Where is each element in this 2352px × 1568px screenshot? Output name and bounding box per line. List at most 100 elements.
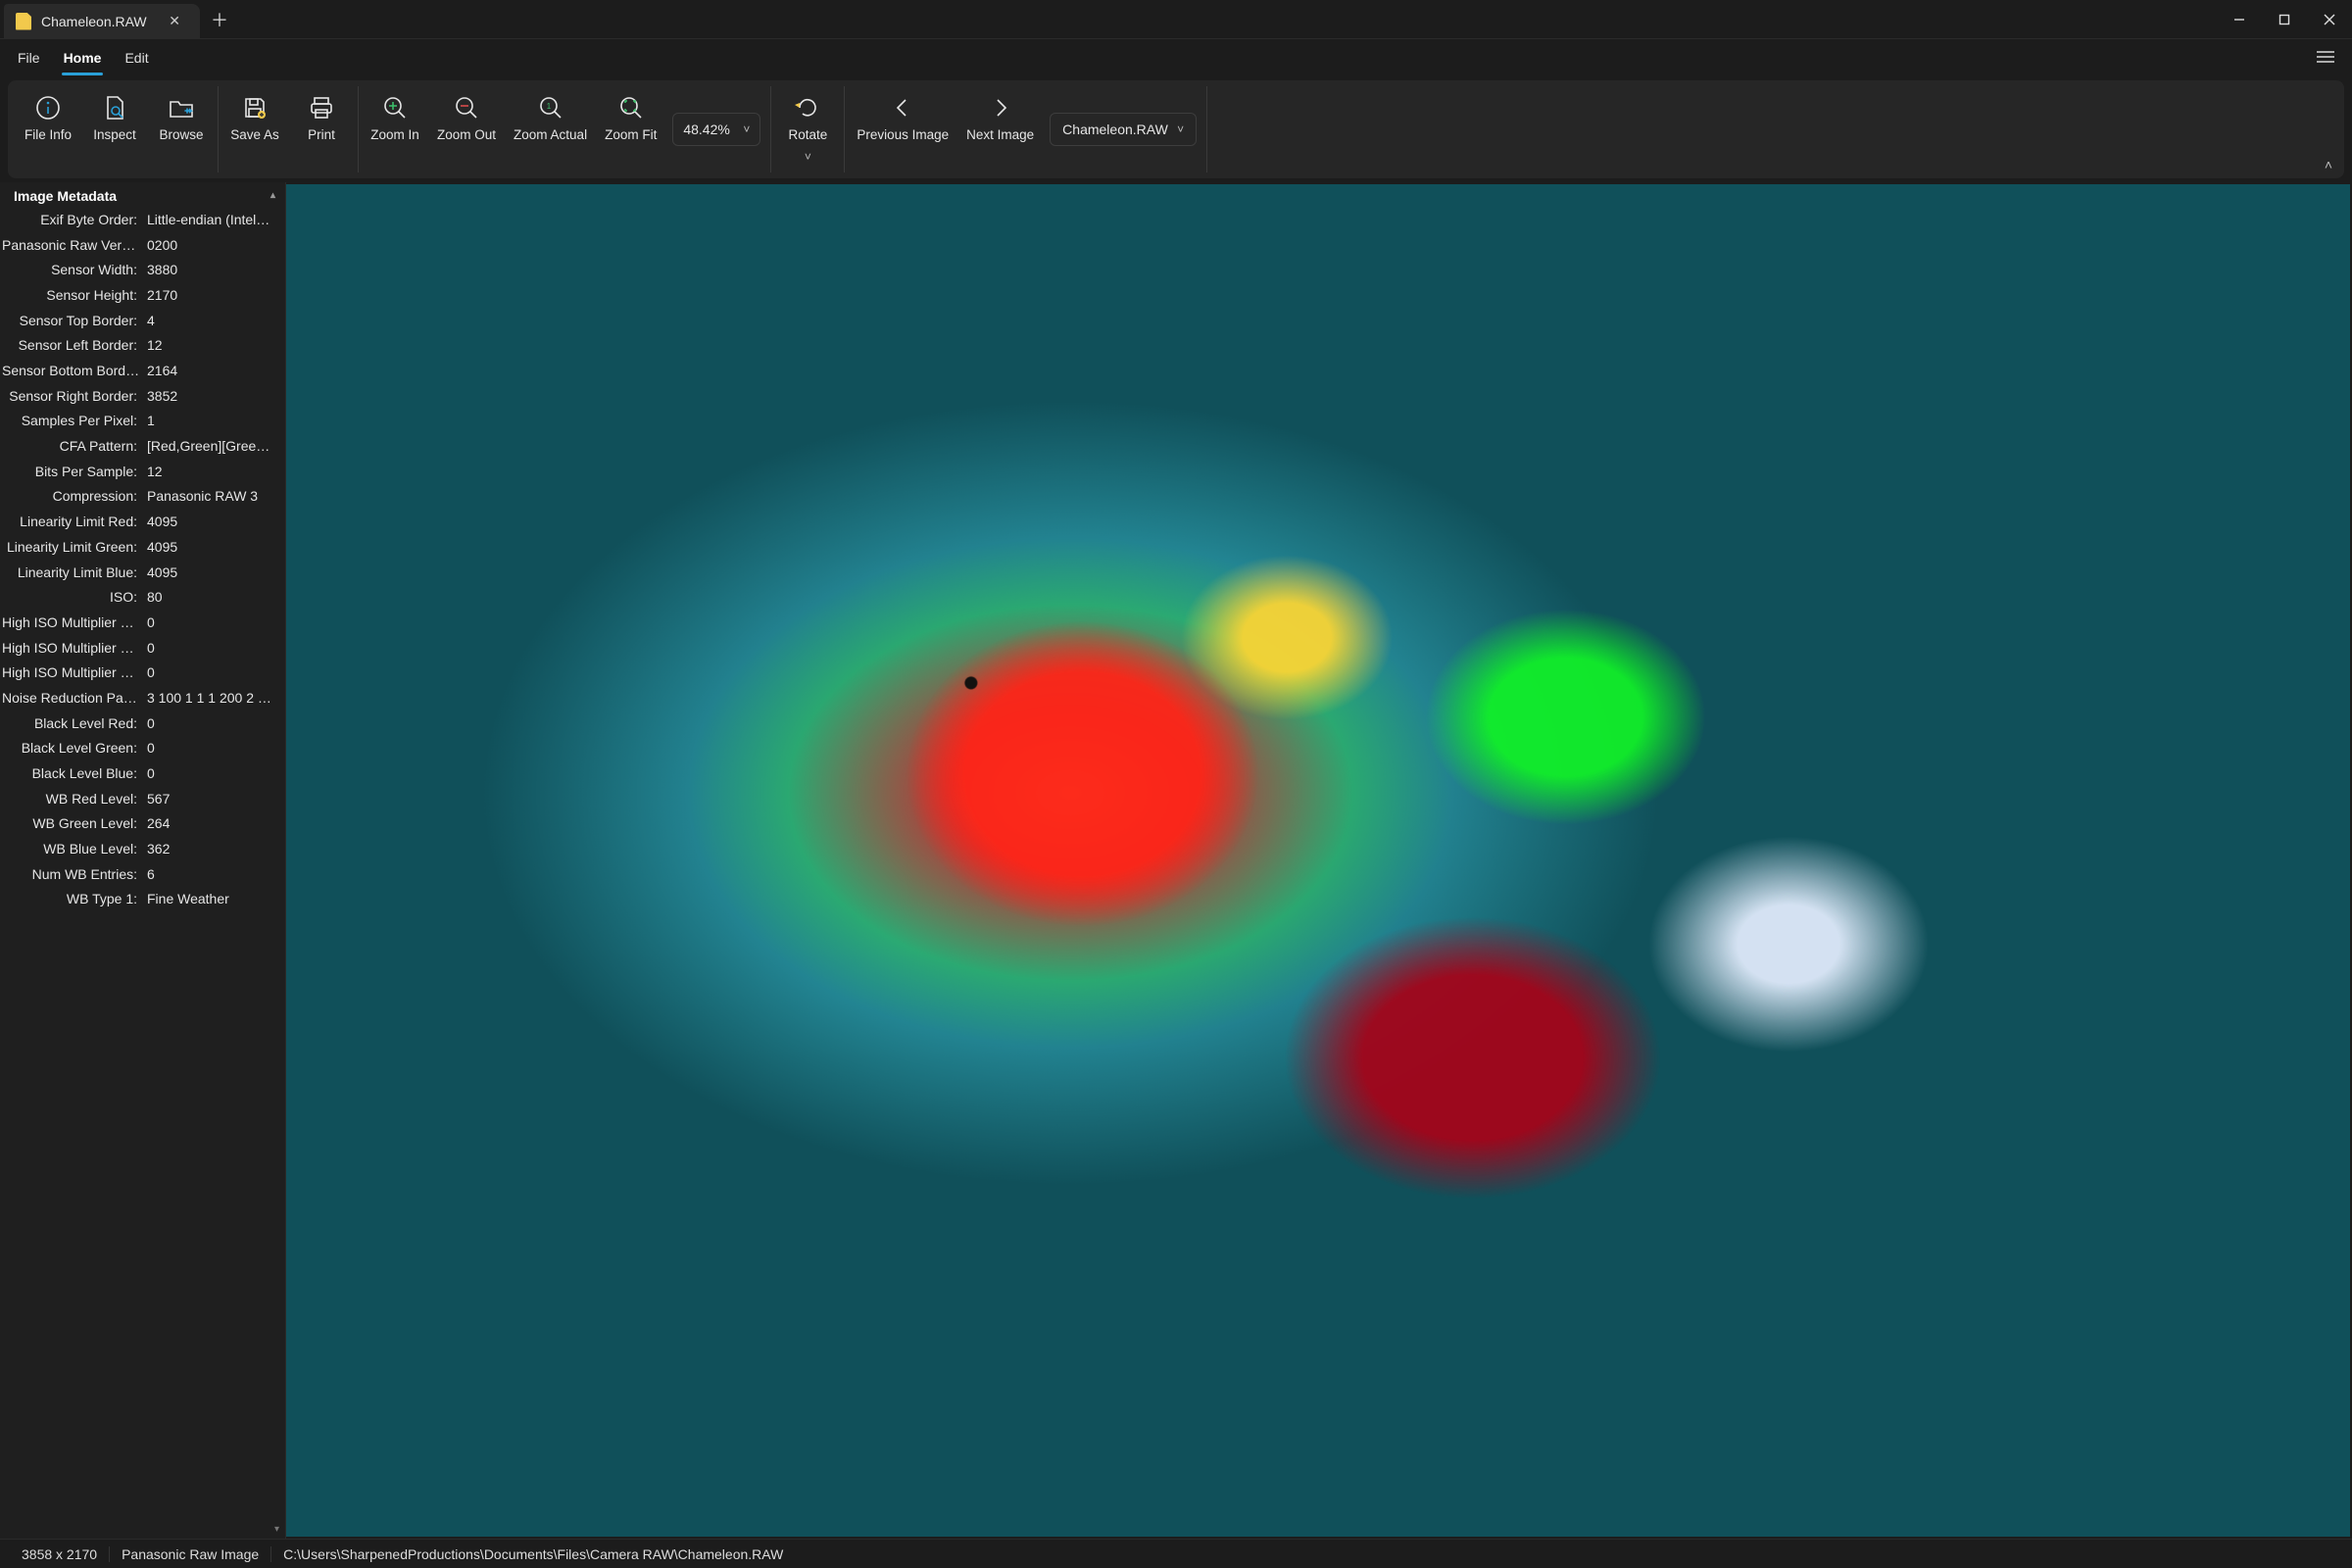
- metadata-row: Num WB Entries:6: [0, 862, 281, 888]
- collapse-ribbon-button[interactable]: ˄: [2325, 157, 2332, 172]
- metadata-value: 0: [147, 638, 273, 660]
- metadata-row: High ISO Multiplier Gr…:0: [0, 636, 281, 662]
- rotate-icon: [794, 94, 821, 122]
- metadata-row: WB Type 1:Fine Weather: [0, 887, 281, 912]
- metadata-value: Fine Weather: [147, 889, 273, 910]
- metadata-value: 4095: [147, 537, 273, 559]
- zoom-actual-button[interactable]: 1 Zoom Actual: [512, 90, 589, 148]
- zoom-fit-button[interactable]: Zoom Fit: [603, 90, 659, 148]
- metadata-value: 80: [147, 587, 273, 609]
- metadata-value: 0: [147, 763, 273, 785]
- window-maximize-button[interactable]: [2262, 0, 2307, 38]
- metadata-row: ISO:80: [0, 585, 281, 611]
- metadata-row: Linearity Limit Red:4095: [0, 510, 281, 535]
- zoom-out-button[interactable]: Zoom Out: [435, 90, 498, 148]
- metadata-list[interactable]: Exif Byte Order:Little-endian (Intel…Pan…: [0, 208, 285, 1539]
- metadata-value: [Red,Green][Green…: [147, 436, 273, 458]
- metadata-row: Sensor Bottom Border:2164: [0, 359, 281, 384]
- chevron-down-icon: ˅: [1177, 122, 1184, 136]
- menu-home[interactable]: Home: [52, 44, 114, 72]
- metadata-row: Sensor Width:3880: [0, 258, 281, 283]
- print-label: Print: [308, 127, 335, 144]
- print-icon: [308, 94, 335, 122]
- metadata-panel-header[interactable]: Image Metadata ▴: [0, 182, 285, 208]
- metadata-key: Samples Per Pixel:: [2, 411, 147, 432]
- metadata-key: WB Blue Level:: [2, 839, 147, 860]
- metadata-row: High ISO Multiplier Red:0: [0, 611, 281, 636]
- metadata-row: WB Green Level:264: [0, 811, 281, 837]
- metadata-row: WB Red Level:567: [0, 787, 281, 812]
- zoom-actual-label: Zoom Actual: [514, 127, 587, 144]
- folder-icon: [168, 94, 195, 122]
- menu-edit[interactable]: Edit: [113, 44, 160, 72]
- metadata-row: Compression:Panasonic RAW 3: [0, 484, 281, 510]
- metadata-value: 12: [147, 462, 273, 483]
- metadata-key: Sensor Top Border:: [2, 311, 147, 332]
- ribbon-group-output: Save As Print: [219, 86, 359, 172]
- metadata-key: Noise Reduction Para…:: [2, 688, 147, 710]
- metadata-panel-title: Image Metadata: [14, 188, 117, 204]
- metadata-key: Sensor Right Border:: [2, 386, 147, 408]
- metadata-value: 3852: [147, 386, 273, 408]
- window-minimize-button[interactable]: [2217, 0, 2262, 38]
- metadata-key: High ISO Multiplier Red:: [2, 612, 147, 634]
- metadata-value: 1: [147, 411, 273, 432]
- zoom-level-dropdown[interactable]: 48.42% ˅: [672, 113, 760, 146]
- metadata-value: 4: [147, 311, 273, 332]
- image-canvas[interactable]: [286, 184, 2350, 1537]
- close-tab-button[interactable]: ✕: [163, 11, 186, 31]
- window-close-button[interactable]: [2307, 0, 2352, 38]
- inspect-icon: [101, 94, 128, 122]
- statusbar: 3858 x 2170 Panasonic Raw Image C:\Users…: [0, 1539, 2352, 1568]
- metadata-row: Black Level Blue:0: [0, 761, 281, 787]
- chevron-down-icon: ˅: [805, 150, 811, 165]
- metadata-row: Panasonic Raw Version:0200: [0, 233, 281, 259]
- metadata-key: Black Level Blue:: [2, 763, 147, 785]
- status-path: C:\Users\SharpenedProductions\Documents\…: [271, 1546, 2342, 1562]
- previous-image-label: Previous Image: [857, 127, 949, 144]
- rotate-button[interactable]: Rotate ˅: [781, 90, 834, 169]
- status-format: Panasonic Raw Image: [110, 1546, 271, 1562]
- metadata-row: Linearity Limit Green:4095: [0, 535, 281, 561]
- menu-file[interactable]: File: [6, 44, 52, 72]
- file-selector-dropdown[interactable]: Chameleon.RAW ˅: [1050, 113, 1197, 146]
- metadata-value: 0: [147, 713, 273, 735]
- browse-label: Browse: [159, 127, 203, 144]
- metadata-key: WB Type 1:: [2, 889, 147, 910]
- metadata-panel: Image Metadata ▴ Exif Byte Order:Little-…: [0, 182, 286, 1539]
- metadata-key: Panasonic Raw Version:: [2, 235, 147, 257]
- menubar: File Home Edit: [0, 39, 2352, 76]
- chevron-left-icon: [889, 94, 916, 122]
- metadata-row: Noise Reduction Para…:3 100 1 1 1 200 2 …: [0, 686, 281, 711]
- zoom-fit-icon: [617, 94, 645, 122]
- file-info-button[interactable]: File Info: [22, 90, 74, 148]
- collapse-icon: ▴: [270, 190, 275, 201]
- metadata-key: Linearity Limit Blue:: [2, 563, 147, 584]
- browse-button[interactable]: Browse: [155, 90, 208, 148]
- chevron-down-icon: ˅: [743, 122, 750, 136]
- metadata-value: 362: [147, 839, 273, 860]
- overflow-menu-button[interactable]: [2305, 44, 2346, 73]
- document-tab[interactable]: Chameleon.RAW ✕: [4, 4, 200, 38]
- titlebar: Chameleon.RAW ✕ ＋: [0, 0, 2352, 39]
- metadata-row: Sensor Top Border:4: [0, 309, 281, 334]
- ribbon: File Info Inspect Browse Save As Prin: [8, 80, 2344, 178]
- metadata-value: 3 100 1 1 1 200 2 …: [147, 688, 273, 710]
- zoom-level-value: 48.42%: [683, 122, 729, 137]
- status-dimensions: 3858 x 2170: [10, 1546, 110, 1562]
- titlebar-drag-region: [239, 0, 2217, 38]
- chevron-right-icon: [987, 94, 1014, 122]
- metadata-key: WB Green Level:: [2, 813, 147, 835]
- save-as-button[interactable]: Save As: [228, 90, 281, 148]
- zoom-in-label: Zoom In: [370, 127, 419, 144]
- inspect-button[interactable]: Inspect: [88, 90, 141, 148]
- svg-text:1: 1: [546, 102, 551, 111]
- print-button[interactable]: Print: [295, 90, 348, 148]
- new-tab-button[interactable]: ＋: [200, 0, 239, 38]
- zoom-in-button[interactable]: Zoom In: [368, 90, 421, 148]
- previous-image-button[interactable]: Previous Image: [855, 90, 951, 148]
- next-image-button[interactable]: Next Image: [964, 90, 1036, 148]
- metadata-value: 2170: [147, 285, 273, 307]
- info-icon: [34, 94, 62, 122]
- metadata-row: Linearity Limit Blue:4095: [0, 561, 281, 586]
